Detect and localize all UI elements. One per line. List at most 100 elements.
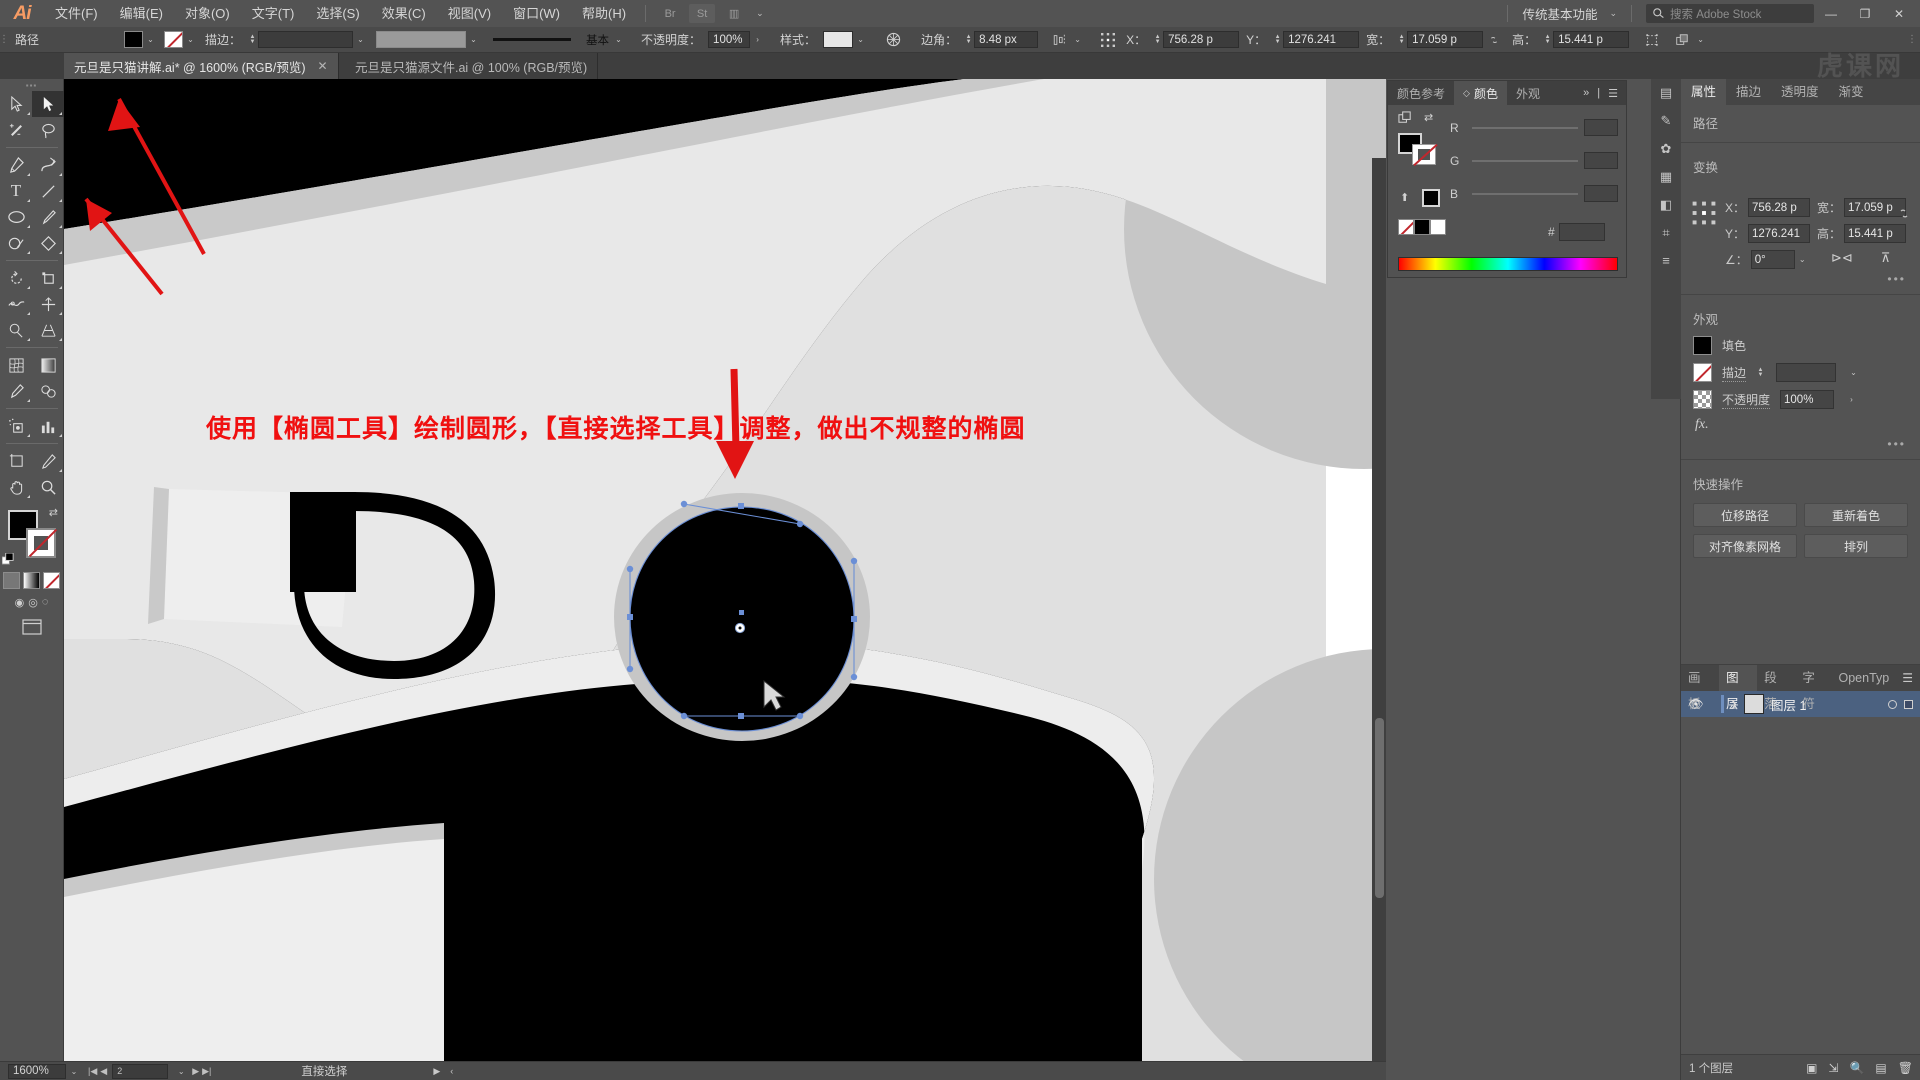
menu-help[interactable]: 帮助(H) xyxy=(571,0,637,27)
align-panel-icon[interactable]: ≡ xyxy=(1662,253,1670,268)
ellipse-tool[interactable] xyxy=(0,204,32,230)
blue-slider[interactable] xyxy=(1472,192,1578,195)
stroke-weight-chevron-down-icon[interactable]: ⌄ xyxy=(353,31,368,48)
appearance-fill-swatch[interactable] xyxy=(1693,336,1712,355)
blend-tool[interactable] xyxy=(32,378,64,404)
line-segment-tool[interactable] xyxy=(32,178,64,204)
shape-builder-tool[interactable] xyxy=(0,317,32,343)
stroke-chevron-down-icon[interactable]: ⌄ xyxy=(183,31,198,48)
opacity-expand-icon[interactable]: › xyxy=(750,31,765,48)
zoom-tool[interactable] xyxy=(32,474,64,500)
control-bar-overflow[interactable]: ⋮ xyxy=(1907,27,1920,53)
swap-colors-icon[interactable]: ⇄ xyxy=(1424,111,1433,124)
corner-stepper[interactable]: ▲ ▼ xyxy=(964,34,973,45)
recolor-button[interactable]: 重新着色 xyxy=(1804,503,1908,527)
y-stepper[interactable]: ▲ ▼ xyxy=(1273,34,1282,45)
direct-selection-tool[interactable] xyxy=(32,91,64,117)
gradient-tool[interactable] xyxy=(32,352,64,378)
window-minimize-button[interactable]: — xyxy=(1814,0,1848,27)
apply-to-fill-icon[interactable]: ⬆ xyxy=(1400,191,1409,204)
flip-vertical-icon[interactable]: ⊼ xyxy=(1881,250,1891,266)
zoom-level-input[interactable]: 1600% xyxy=(8,1063,66,1079)
transform-panel-rail-icon[interactable]: ⌗ xyxy=(1662,225,1669,241)
x-input[interactable]: 756.28 p xyxy=(1163,31,1240,48)
rotate-tool[interactable] xyxy=(0,265,32,291)
libraries-icon[interactable]: ▤ xyxy=(1660,85,1672,101)
flip-horizontal-icon[interactable]: ⊳⊲ xyxy=(1831,250,1853,266)
type-tool[interactable]: T xyxy=(0,178,32,204)
y-input[interactable]: 1276.241 xyxy=(1283,31,1360,48)
brush-chevron-down-icon[interactable]: ⌄ xyxy=(611,31,626,48)
next-artboard-icon[interactable]: ▶ xyxy=(192,1066,199,1077)
offset-path-button[interactable]: 位移路径 xyxy=(1693,503,1797,527)
x-stepper[interactable]: ▲ ▼ xyxy=(1153,34,1162,45)
height-input[interactable]: 15.441 p xyxy=(1553,31,1630,48)
red-input[interactable] xyxy=(1584,119,1618,136)
symbols-icon[interactable]: ✿ xyxy=(1661,141,1672,157)
stock-search-input[interactable]: 搜索 Adobe Stock xyxy=(1646,4,1814,23)
table-row[interactable]: 👁 ❯ 图层 1 xyxy=(1681,691,1920,717)
tab-paragraph[interactable]: 段落 xyxy=(1757,665,1795,711)
hex-input[interactable] xyxy=(1558,223,1605,241)
link-dimensions-icon[interactable] xyxy=(1483,30,1505,49)
new-layer-icon[interactable]: ▤ xyxy=(1875,1061,1886,1075)
none-mode-button[interactable] xyxy=(43,572,60,589)
pathfinder-icon[interactable]: ◧ xyxy=(1660,197,1672,213)
tab-layers[interactable]: 图层 xyxy=(1719,665,1758,711)
delete-layer-icon[interactable]: 🗑 xyxy=(1898,1061,1913,1075)
align-select-icon[interactable] xyxy=(1048,30,1070,49)
tab-gradient[interactable]: 渐变 xyxy=(1829,79,1874,105)
appearance-stroke-stepper[interactable]: ▲ ▼ xyxy=(1756,367,1765,378)
stock-icon[interactable]: St xyxy=(689,4,716,23)
tab-transparency[interactable]: 透明度 xyxy=(1771,79,1829,105)
status-expand-icon[interactable]: ▶ xyxy=(433,1066,440,1077)
zoom-chevron-down-icon[interactable]: ⌄ xyxy=(66,1067,82,1076)
stroke-swatch[interactable] xyxy=(164,31,184,48)
curvature-tool[interactable] xyxy=(32,152,64,178)
brush-definition-select[interactable]: 基本 xyxy=(491,31,612,48)
default-fill-stroke-icon[interactable] xyxy=(1,552,15,566)
pen-tool[interactable] xyxy=(0,152,32,178)
arrange-documents-icon[interactable]: ▥ xyxy=(721,4,747,23)
prop-angle-input[interactable]: 0° xyxy=(1750,250,1795,269)
artboard-tool[interactable] xyxy=(0,448,32,474)
shaper-tool[interactable] xyxy=(0,230,32,256)
hand-tool[interactable] xyxy=(0,474,32,500)
previous-artboard-icon[interactable]: ◀ xyxy=(100,1066,107,1077)
draw-behind-icon[interactable]: ◎ xyxy=(28,596,38,609)
blue-input[interactable] xyxy=(1584,185,1618,202)
workspace-chevron-down-icon[interactable]: ⌄ xyxy=(1603,8,1623,19)
width-input[interactable]: 17.059 p xyxy=(1407,31,1484,48)
create-sublayer-icon[interactable]: ⇲ xyxy=(1828,1061,1838,1075)
color-mode-icon[interactable] xyxy=(1398,111,1413,129)
opacity-input[interactable]: 100% xyxy=(708,31,751,48)
toolbar-stroke-swatch[interactable] xyxy=(26,528,56,558)
collapse-icon[interactable]: » xyxy=(1583,87,1589,99)
none-swatch[interactable] xyxy=(1398,219,1414,235)
slice-tool[interactable] xyxy=(32,448,64,474)
appearance-opacity-input[interactable]: 100% xyxy=(1780,390,1835,409)
artboard-number-input[interactable]: 2 xyxy=(112,1063,169,1079)
status-collapse-icon[interactable]: ‹ xyxy=(450,1066,453,1077)
control-bar-grip[interactable]: ⋮ xyxy=(0,27,9,53)
color-stroke-swatch[interactable] xyxy=(1412,144,1436,165)
canvas-vertical-scrollbar[interactable] xyxy=(1372,158,1386,1080)
workspace-selector[interactable]: 传统基本功能 xyxy=(1516,4,1603,23)
fill-swatch[interactable] xyxy=(124,31,144,48)
appearance-stroke-chevron-down-icon[interactable]: ⌄ xyxy=(1846,364,1861,381)
menu-file[interactable]: 文件(F) xyxy=(44,0,109,27)
align-chevron-down-icon[interactable]: ⌄ xyxy=(1070,31,1085,48)
perspective-grid-tool[interactable] xyxy=(32,317,64,343)
close-icon[interactable]: ✕ xyxy=(317,59,327,73)
selection-tool[interactable] xyxy=(0,91,32,117)
tab-artboards[interactable]: 画板 xyxy=(1681,665,1719,711)
last-artboard-icon[interactable]: ▶| xyxy=(202,1066,211,1077)
first-artboard-icon[interactable]: |◀ xyxy=(88,1066,97,1077)
chevron-right-icon[interactable]: ❯ xyxy=(1730,699,1744,710)
tab-properties[interactable]: 属性 xyxy=(1681,79,1727,105)
menu-edit[interactable]: 编辑(E) xyxy=(109,0,174,27)
angle-chevron-down-icon[interactable]: ⌄ xyxy=(1795,251,1810,268)
transform-more-options[interactable]: ••• xyxy=(1681,272,1920,288)
black-swatch[interactable] xyxy=(1422,189,1440,207)
arrange-objects-icon[interactable] xyxy=(1671,30,1693,49)
